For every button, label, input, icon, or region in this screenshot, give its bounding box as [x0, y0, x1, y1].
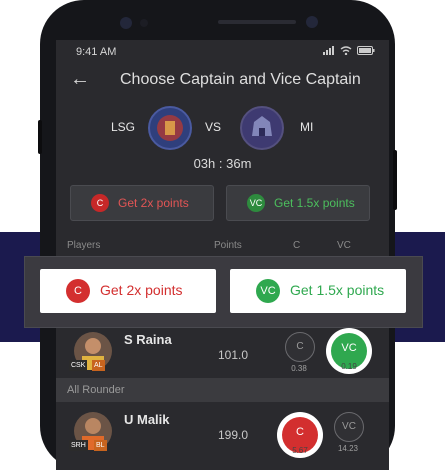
team2-name: MI: [300, 120, 314, 134]
back-arrow-icon[interactable]: ←: [70, 68, 90, 91]
vice-captain-points-label: Get 1.5x points: [290, 282, 385, 298]
captain-select-button[interactable]: C: [285, 332, 315, 362]
power-button: [393, 150, 397, 210]
vice-captain-selected-button[interactable]: VC 0.19: [326, 328, 372, 374]
col-c: C: [293, 240, 301, 251]
top-bar: ← Choose Captain and Vice Captain: [56, 62, 389, 102]
status-bar: 9:41 AM: [56, 40, 389, 62]
countdown-timer: 03h : 36m: [193, 156, 252, 171]
role-tag: AL: [92, 360, 105, 371]
col-vc: VC: [337, 240, 351, 251]
captain-points-label: Get 2x points: [118, 196, 189, 210]
vice-captain-points-button[interactable]: VC Get 1.5x points: [230, 269, 406, 313]
front-camera: [120, 17, 132, 29]
vice-captain-points-button-bg: VC Get 1.5x points: [226, 185, 370, 221]
player-points: 199.0: [218, 428, 249, 442]
vice-captain-select-button[interactable]: VC: [334, 412, 364, 442]
captain-points-button-bg: C Get 2x points: [70, 185, 214, 221]
section-title: All Rounder: [67, 384, 125, 396]
team-tag: SRH: [69, 440, 88, 451]
captain-badge-icon: C: [66, 279, 90, 303]
proximity-sensor: [306, 16, 318, 28]
captain-selected-button[interactable]: C 5.67: [277, 412, 323, 458]
captain-percent: 5.67: [292, 446, 308, 455]
captain-percent: 0.38: [291, 364, 307, 373]
role-tag: BL: [94, 440, 107, 451]
vice-captain-badge-icon: VC: [256, 279, 280, 303]
player-name: U Malik: [124, 412, 170, 427]
team1-name: LSG: [111, 120, 136, 134]
sensor: [140, 19, 148, 27]
section-header: All Rounder: [56, 378, 389, 402]
vice-captain-points-label: Get 1.5x points: [274, 196, 355, 210]
page-title: Choose Captain and Vice Captain: [120, 71, 361, 88]
captain-badge: C: [91, 194, 109, 212]
mi-logo-icon: [240, 106, 284, 150]
player-row[interactable]: SRH BL U Malik 199.0 VC 14.23: [56, 408, 389, 468]
vice-captain-percent: 14.23: [337, 444, 359, 453]
signal-icon: [323, 46, 334, 55]
points-callout-overlay: C Get 2x points VC Get 1.5x points: [24, 256, 423, 328]
app-screen: 9:41 AM ← Choose Captain and Vice Captai…: [56, 40, 389, 470]
player-points: 101.0: [218, 348, 249, 362]
vice-captain-percent: 0.19: [341, 362, 357, 371]
status-time: 9:41 AM: [76, 46, 117, 58]
battery-icon: [357, 46, 375, 55]
versus-label: VS: [205, 120, 222, 134]
volume-button: [38, 120, 42, 154]
player-name: S Raina: [124, 332, 172, 347]
captain-points-label: Get 2x points: [100, 282, 183, 298]
wifi-icon: [340, 46, 352, 55]
match-header: LSG VS MI: [56, 102, 389, 157]
col-players: Players: [67, 240, 101, 251]
vice-captain-badge: VC: [247, 194, 265, 212]
earpiece-speaker: [218, 20, 296, 24]
col-points: Points: [214, 240, 242, 251]
team-tag: CSK: [69, 360, 88, 371]
captain-points-button[interactable]: C Get 2x points: [40, 269, 216, 313]
lsg-logo-icon: [148, 106, 192, 150]
status-icons: [323, 46, 375, 55]
